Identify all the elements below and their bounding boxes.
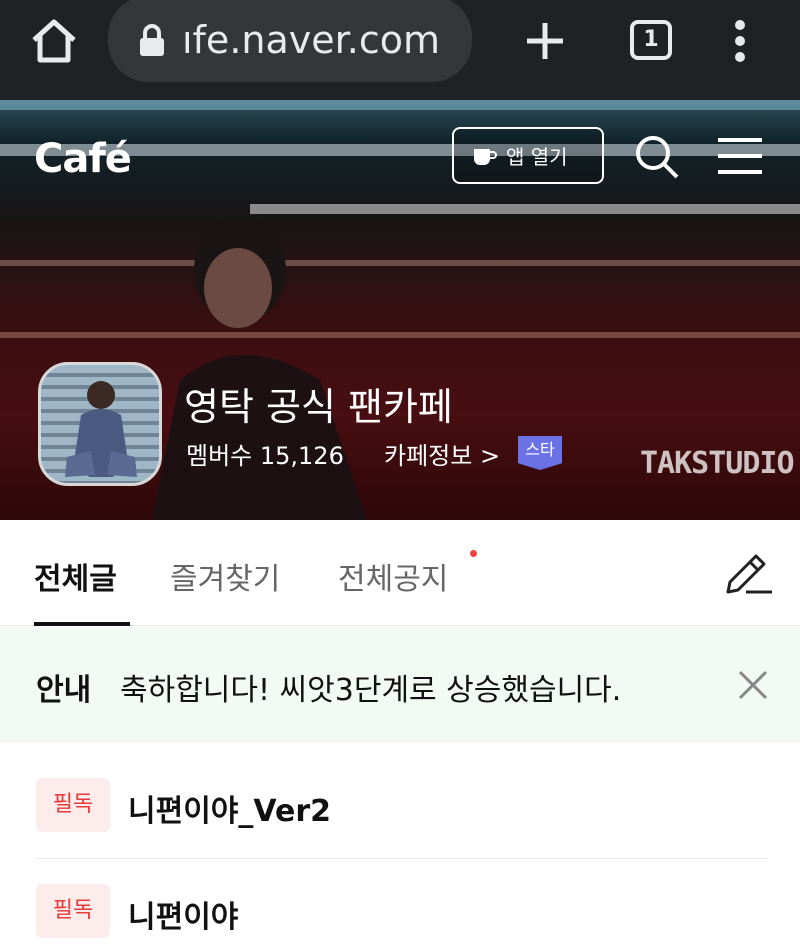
write-post-icon[interactable] [722,546,774,596]
cafe-name: 영탁 공식 팬카페 [184,385,453,429]
notice-banner: 안내 축하합니다! 씨앗3단계로 상승했습니다. [0,627,800,743]
banner-person-image [152,218,367,520]
cafe-logo[interactable]: Café [34,136,132,182]
tab-favorites[interactable]: 즐겨찾기 [170,554,280,598]
home-icon[interactable] [28,18,80,64]
list-item[interactable]: 필독 니편이야 [36,884,768,949]
more-vert-icon[interactable] [730,18,750,64]
post-title[interactable]: 니편이야 [128,892,238,936]
lock-icon [140,24,164,56]
list-item[interactable]: 필독 니편이야_Ver2 [36,778,768,858]
tab-all-notices[interactable]: 전체공지 [338,554,448,598]
must-read-badge: 필독 [36,778,110,832]
coffee-cup-icon [474,148,497,165]
notice-label: 안내 [36,673,92,708]
light-streak [0,100,800,110]
tab-all-posts[interactable]: 전체글 [34,554,117,598]
browser-toolbar: ıfe.naver.com 1 [0,0,800,100]
url-text[interactable]: ıfe.naver.com [182,14,440,66]
hamburger-menu-icon[interactable] [716,136,764,176]
profile-person-image [65,381,137,477]
board-tab-bar: 전체글 즐겨찾기 전체공지 [0,520,800,626]
divider [36,858,768,859]
post-title[interactable]: 니편이야_Ver2 [128,786,331,830]
cafe-info-link[interactable]: 카페정보 > [384,436,500,471]
cafe-profile-image[interactable] [38,362,162,486]
search-icon[interactable] [634,134,680,180]
app-open-button[interactable]: 앱 열기 [452,127,604,184]
close-icon[interactable] [734,666,772,704]
cafe-banner: Café 앱 열기 영탁 공식 팬카페 멤버수 15,126 카페정보 > 스타… [0,100,800,520]
must-read-badge: 필독 [36,884,110,938]
member-count: 멤버수 15,126 [186,442,344,470]
banner-watermark: TAKSTUDIO [640,446,795,481]
star-badge: 스타 [518,436,562,470]
active-tab-indicator [34,622,130,626]
new-tab-icon[interactable] [522,18,568,64]
new-indicator-dot [470,550,477,557]
notice-text: 축하합니다! 씨앗3단계로 상승했습니다. [120,673,622,708]
app-open-label: 앱 열기 [506,145,568,169]
tab-count-button[interactable]: 1 [630,20,672,60]
